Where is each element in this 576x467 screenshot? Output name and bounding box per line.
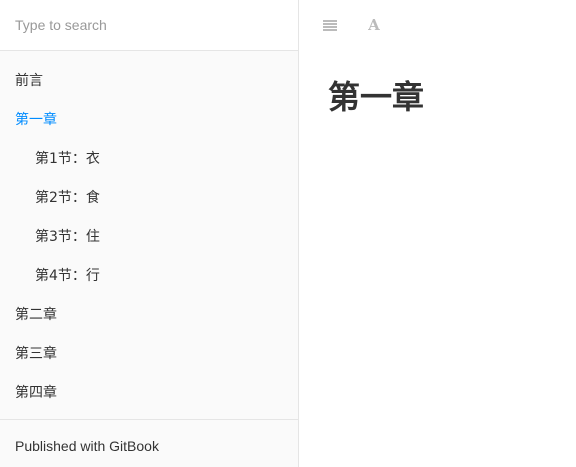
toc-item-chapter-2[interactable]: 第二章 <box>0 296 298 335</box>
toc-item-chapter-1[interactable]: 第一章 <box>0 101 298 140</box>
toc-item-chapter-3[interactable]: 第三章 <box>0 335 298 374</box>
font-settings-icon: A <box>368 16 380 34</box>
toc-item-section-1-1[interactable]: 第1节：衣 <box>0 140 298 179</box>
published-with-gitbook-link[interactable]: Published with GitBook <box>15 436 159 456</box>
sidebar: 前言 第一章 第1节：衣 第2节：食 第3节：住 第4节：行 第二章 第三章 第… <box>0 0 299 467</box>
toc-item-section-1-2[interactable]: 第2节：食 <box>0 179 298 218</box>
toc-item-section-1-4[interactable]: 第4节：行 <box>0 257 298 296</box>
font-settings-button[interactable]: A <box>361 12 387 38</box>
search-input[interactable] <box>0 0 298 50</box>
toggle-sidebar-button[interactable] <box>317 12 343 38</box>
sidebar-divider <box>0 419 298 420</box>
search-bar <box>0 0 298 51</box>
gitbook-app: 前言 第一章 第1节：衣 第2节：食 第3节：住 第4节：行 第二章 第三章 第… <box>0 0 576 467</box>
toc-item-section-1-3[interactable]: 第3节：住 <box>0 218 298 257</box>
page-title: 第一章 <box>328 78 425 116</box>
toc-item-preface[interactable]: 前言 <box>0 62 298 101</box>
toc-item-chapter-4[interactable]: 第四章 <box>0 374 298 413</box>
hamburger-menu-icon <box>323 19 337 31</box>
table-of-contents: 前言 第一章 第1节：衣 第2节：食 第3节：住 第4节：行 第二章 第三章 第… <box>0 62 298 413</box>
